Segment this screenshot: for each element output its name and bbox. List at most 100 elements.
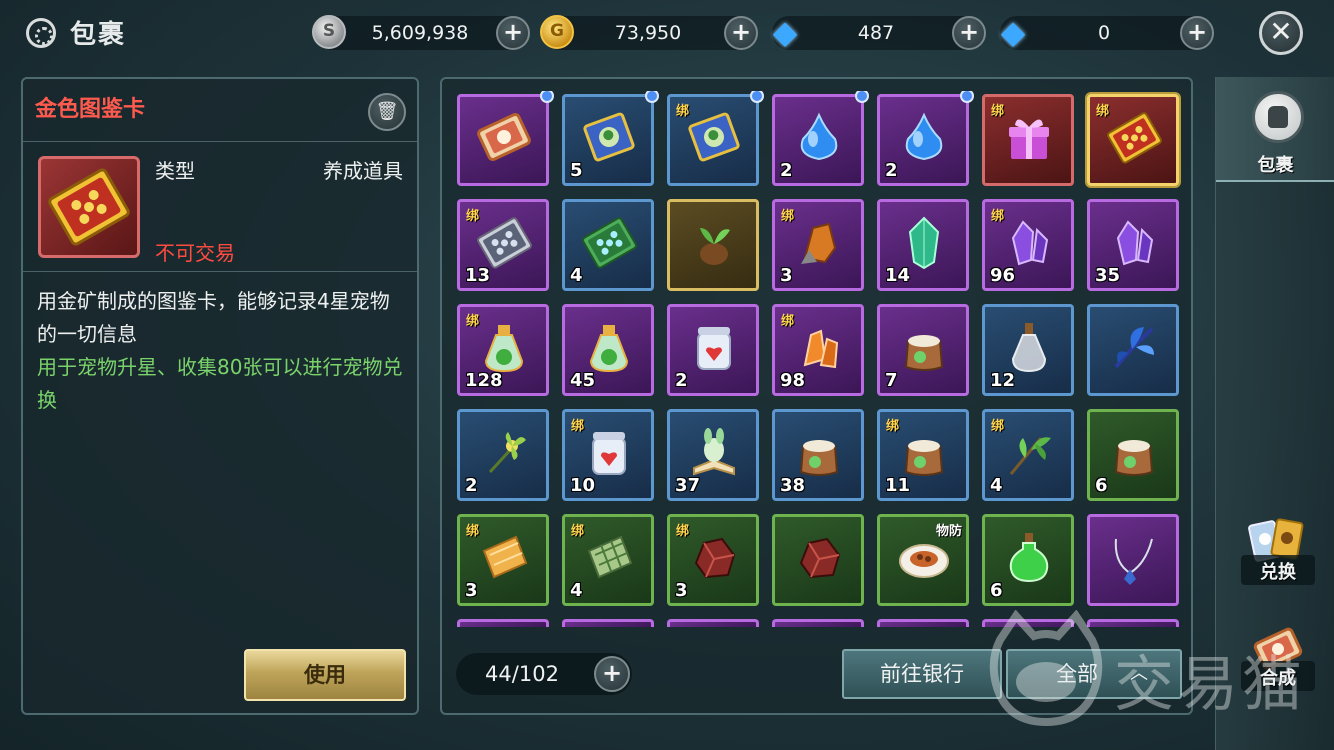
inventory-slot[interactable]: 6 (1087, 409, 1179, 501)
inventory-slot[interactable]: 2 (772, 91, 869, 186)
trade-status: 不可交易 (155, 241, 235, 265)
inventory-slot[interactable] (667, 199, 759, 291)
item-count: 3 (780, 265, 793, 286)
inventory-grid[interactable]: 5 绑 2 2 绑绑绑 13 4 绑 3 14 绑 96 35 绑 128 45 2 绑 98 7 12 2 绑 10 37 38… (454, 91, 1184, 627)
inventory-slot[interactable] (562, 619, 654, 627)
add-gold-button[interactable]: + (724, 16, 758, 50)
inventory-slot[interactable] (772, 514, 864, 606)
use-button[interactable]: 使用 (244, 649, 406, 701)
inventory-slot[interactable]: 绑 (667, 91, 764, 186)
inventory-slot[interactable] (457, 91, 554, 186)
inventory-slot[interactable]: 2 (877, 91, 974, 186)
inventory-slot[interactable]: 5 (562, 91, 659, 186)
item-count: 3 (465, 580, 478, 601)
item-count: 128 (465, 370, 503, 391)
inventory-slot[interactable]: 12 (982, 304, 1074, 396)
diamond-icon (996, 13, 1030, 51)
tab-exchange-label: 兑换 (1260, 562, 1296, 583)
bound-badge: 绑 (991, 209, 1005, 224)
inventory-slot[interactable]: 37 (667, 409, 759, 501)
bound-badge: 绑 (676, 104, 690, 119)
blue-slime-icon (905, 112, 943, 161)
green-crystal-icon (908, 216, 940, 270)
inventory-slot[interactable]: 7 (877, 304, 969, 396)
inventory-slot[interactable]: 绑 128 (457, 304, 549, 396)
item-count: 2 (675, 370, 688, 391)
capacity-text: 44/102 (485, 662, 559, 686)
inventory-slot[interactable] (457, 619, 549, 627)
add-bound-diamond-button[interactable]: + (952, 16, 986, 50)
inventory-slot[interactable]: 14 (877, 199, 969, 291)
inventory-slot[interactable]: 绑 96 (982, 199, 1074, 291)
inventory-slot[interactable]: 绑4 (982, 409, 1074, 501)
blue-slime-icon (800, 112, 838, 161)
purple-crystal-icon (1011, 220, 1049, 266)
herb-branch-icon (1009, 437, 1051, 475)
gold-card-icon (48, 168, 130, 246)
inventory-slot[interactable]: 绑 10 (562, 409, 654, 501)
tab-bag[interactable]: 包裹 (1216, 77, 1334, 182)
inventory-slot[interactable]: 绑3 (667, 514, 759, 606)
inventory-slot[interactable] (772, 619, 864, 627)
go-to-bank-button[interactable]: 前往银行 (842, 649, 1002, 699)
inventory-slot[interactable]: 绑4 (562, 514, 654, 606)
item-count: 4 (990, 475, 1003, 496)
watermark: 交易猫 (986, 609, 1326, 740)
treasure-scroll-icon (477, 113, 531, 161)
inventory-slot[interactable]: 物防 (877, 514, 969, 606)
add-silver-button[interactable]: + (496, 16, 530, 50)
inventory-slot[interactable]: 绑 (982, 94, 1074, 186)
new-item-dot (540, 91, 554, 103)
bound-badge: 绑 (886, 419, 900, 434)
inventory-slot[interactable]: 2 (457, 409, 549, 501)
capacity-indicator: 44/102 + (456, 653, 632, 695)
tab-bag-label: 包裹 (1257, 155, 1294, 176)
heart-jar-icon (697, 327, 731, 370)
inventory-slot[interactable]: 绑 (1087, 94, 1179, 186)
inventory-slot[interactable]: 45 (562, 304, 654, 396)
blue-feather-icon (1114, 327, 1154, 369)
top-bar: 包裹 5,609,938 + 73,950 + 487 + 0 + ✕ (0, 0, 1334, 66)
inventory-slot[interactable]: 绑 98 (772, 304, 864, 396)
inventory-slot[interactable]: 4 (562, 199, 654, 291)
item-type-label: 类型 (155, 159, 195, 183)
purple-crystal-icon (1116, 220, 1154, 266)
tab-exchange[interactable]: 兑换 (1241, 555, 1315, 585)
item-usage: 用于宠物升星、收集80张可以进行宠物兑换 (37, 355, 403, 412)
bound-badge: 绑 (466, 314, 480, 329)
inventory-slot[interactable] (1087, 514, 1179, 606)
currency-gold: 73,950 + (540, 15, 758, 50)
item-detail-icon (38, 156, 140, 258)
expand-capacity-button[interactable]: + (594, 656, 630, 692)
inventory-slot[interactable]: 35 (1087, 199, 1179, 291)
bound-diamond-amount: 487 (857, 22, 895, 44)
amber-ore-icon (801, 222, 837, 264)
bound-badge: 绑 (571, 524, 585, 539)
inventory-slot[interactable]: 绑3 (772, 199, 864, 291)
inventory-slot[interactable]: 绑 11 (877, 409, 969, 501)
inventory-slot[interactable] (667, 619, 759, 627)
bound-badge: 绑 (781, 314, 795, 329)
bound-badge: 绑 (781, 209, 795, 224)
pet-card-icon (688, 112, 740, 162)
discard-button[interactable]: 🗑 (368, 93, 406, 131)
inventory-slot[interactable] (877, 619, 969, 627)
inventory-slot[interactable]: 绑 13 (457, 199, 549, 291)
inventory-slot[interactable]: 6 (982, 514, 1074, 606)
pet-card-icon (583, 112, 635, 162)
food-sack-icon (1114, 440, 1154, 476)
divider (23, 141, 417, 142)
add-diamond-button[interactable]: + (1180, 16, 1214, 50)
page-title: 包裹 (70, 20, 127, 50)
red-ore-icon (694, 537, 736, 579)
currency-silver: 5,609,938 + (312, 15, 530, 50)
inventory-slot[interactable] (1087, 304, 1179, 396)
close-button[interactable]: ✕ (1259, 11, 1303, 55)
inventory-slot[interactable]: 绑3 (457, 514, 549, 606)
currency-bound-diamond: 487 + (768, 13, 986, 51)
item-detail-panel: 金色图鉴卡 🗑 类型 养成道具 不可交易 用金矿制成的图鉴卡，能够记录4星宠物的… (21, 77, 419, 715)
bound-badge: 绑 (991, 419, 1005, 434)
item-count: 37 (675, 475, 701, 496)
inventory-slot[interactable]: 2 (667, 304, 759, 396)
inventory-slot[interactable]: 38 (772, 409, 864, 501)
